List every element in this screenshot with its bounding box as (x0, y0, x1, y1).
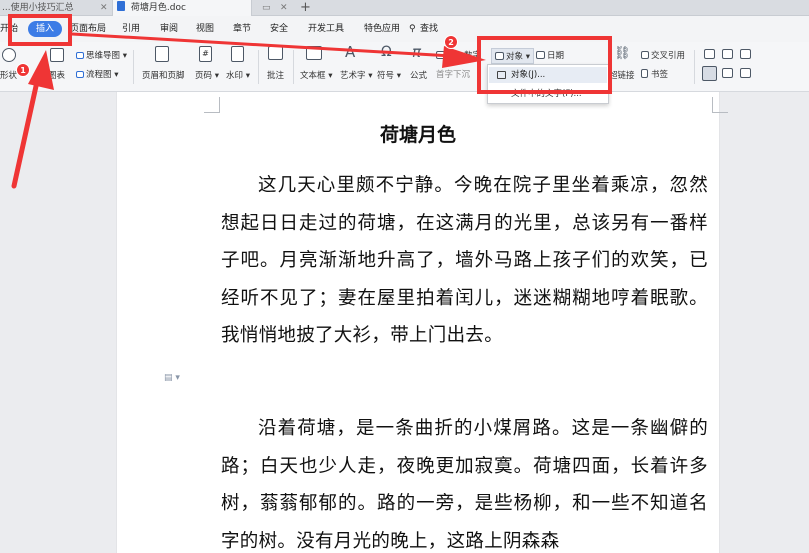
arrow-head-1 (28, 50, 54, 90)
step-badge-1: 1 (16, 63, 30, 77)
step-badge-2: 2 (444, 35, 458, 49)
arrow-head-2 (442, 46, 486, 68)
wps-writer-window: ...使用小技巧汇总 ✕ 荷塘月色.doc ▭ ✕ + 开始 插入 页面布局 引用 审阅… (0, 0, 809, 553)
arrow-shaft-2 (70, 32, 454, 58)
annotation-arrows (11, 32, 486, 189)
